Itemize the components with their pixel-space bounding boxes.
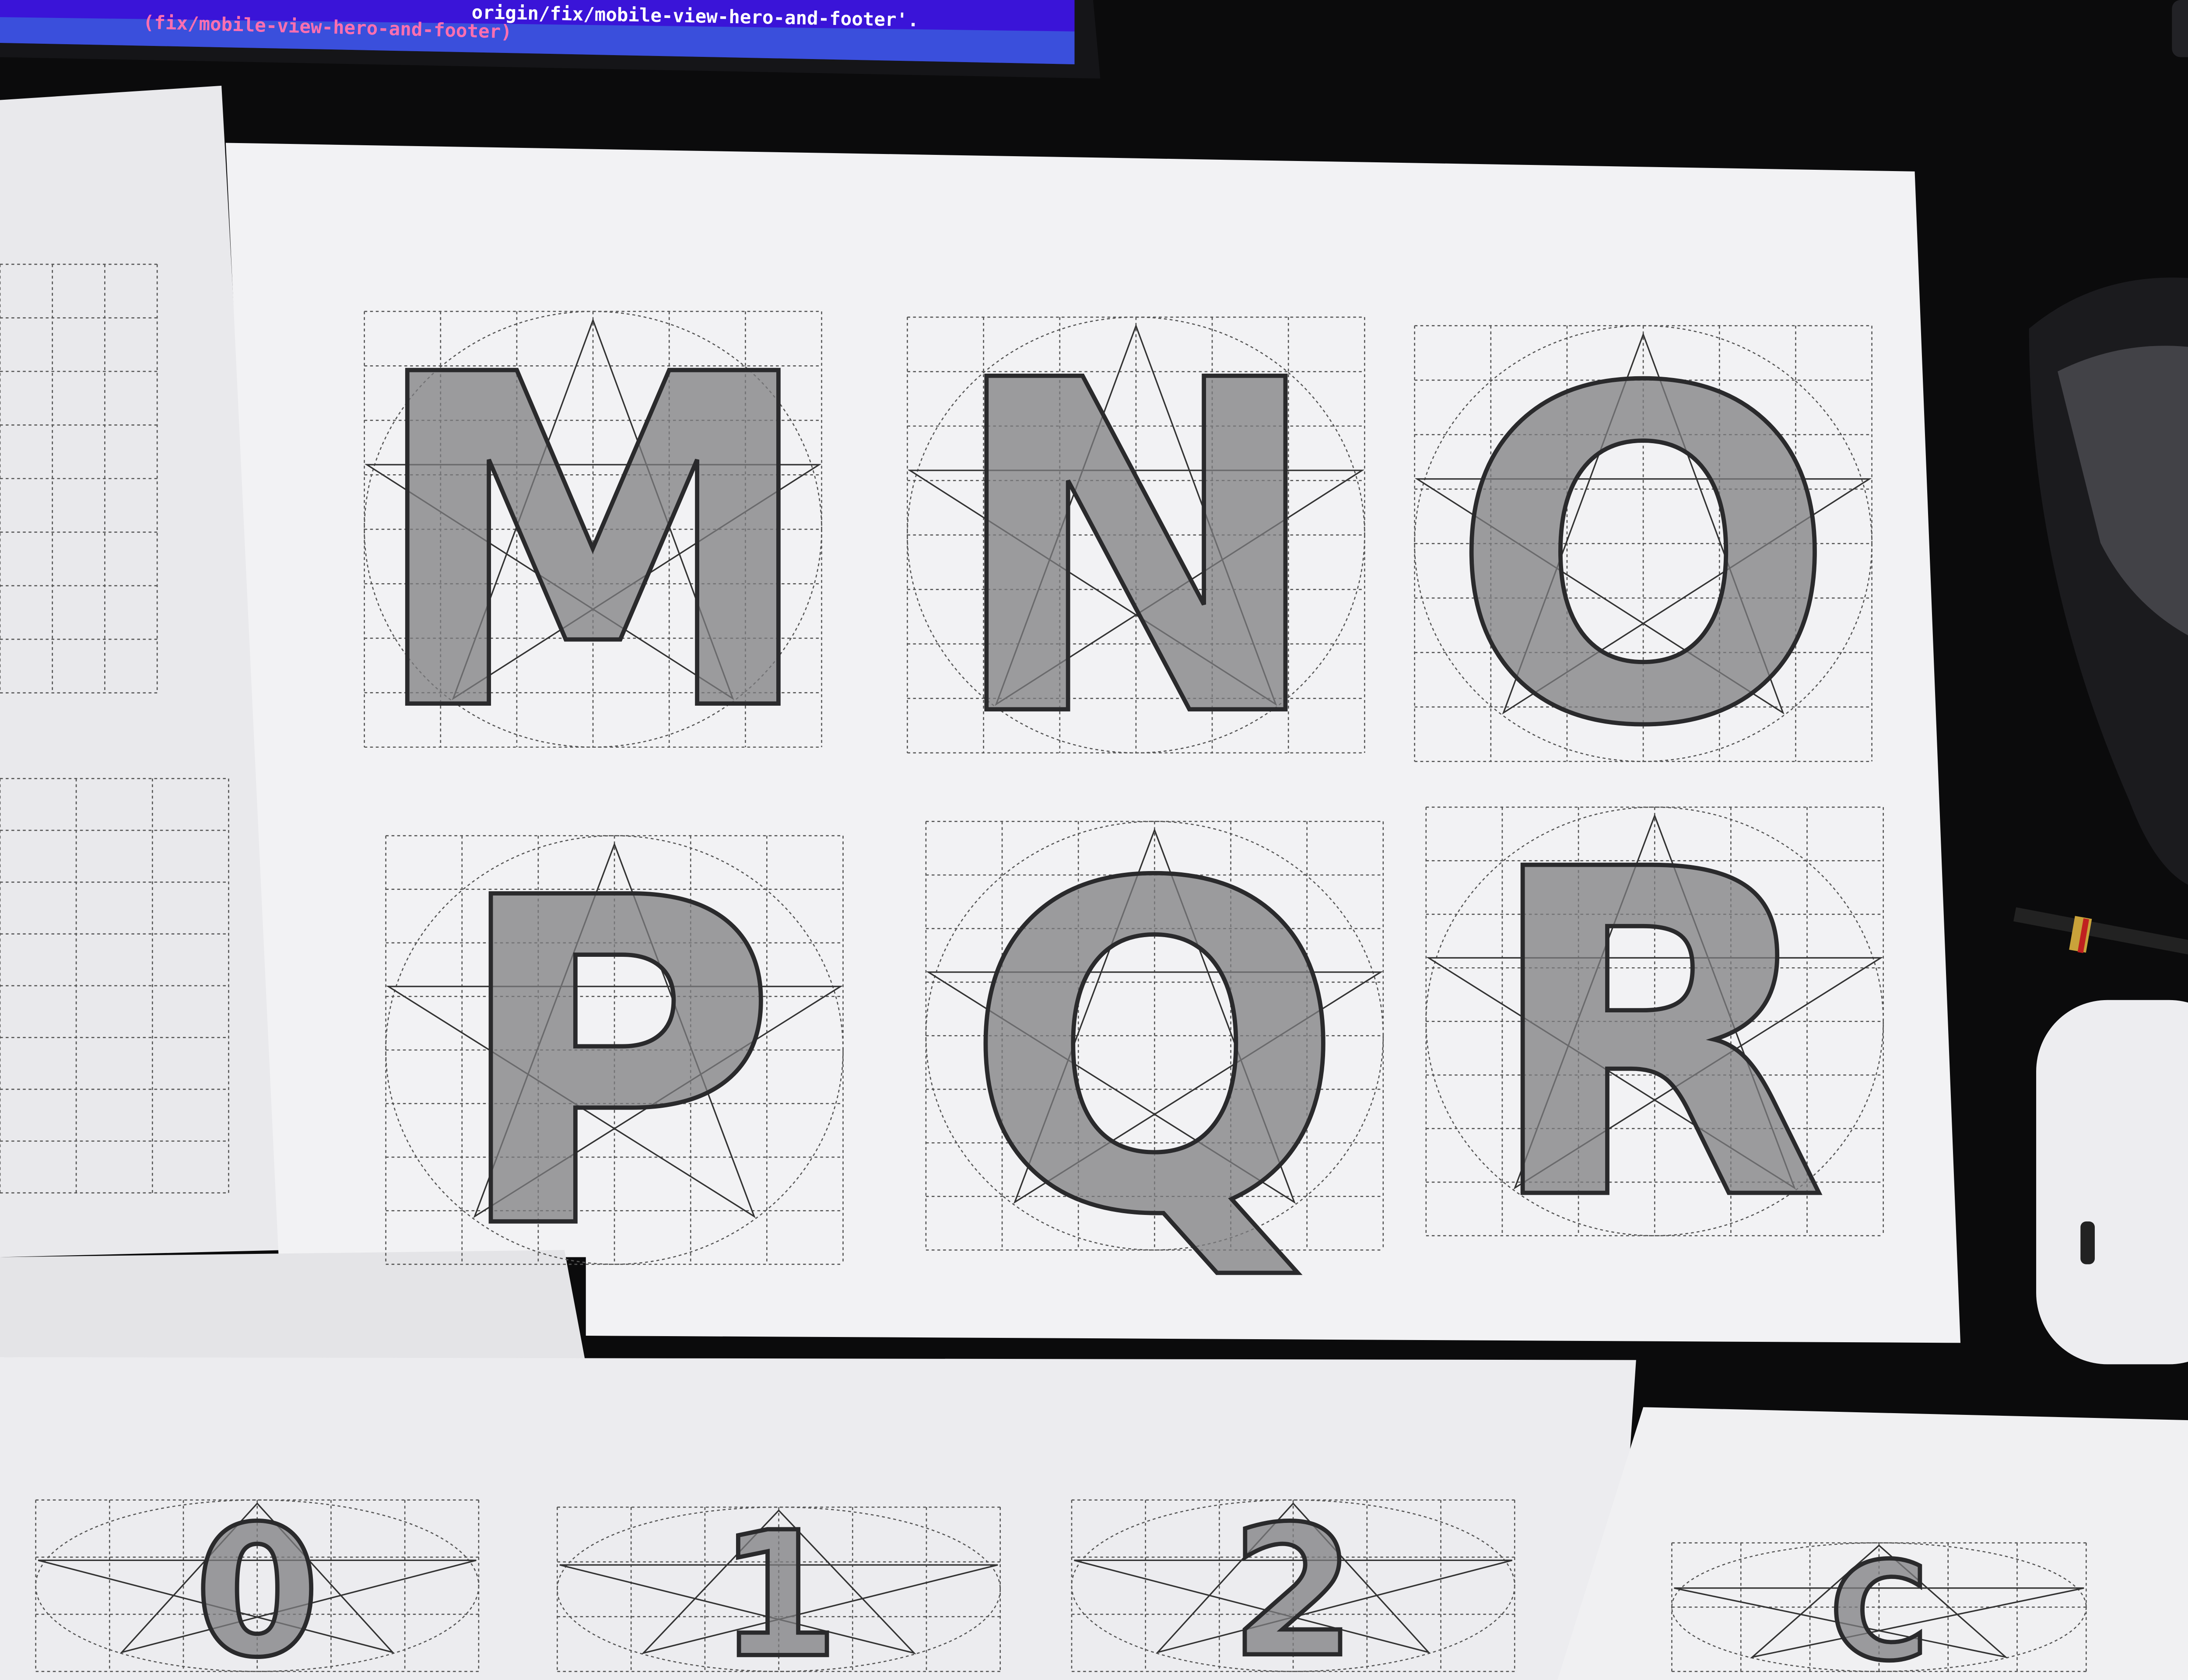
pencil-letter: P bbox=[449, 804, 779, 1328]
pencil-letter: 1 bbox=[719, 1495, 838, 1680]
letter-cell: Q bbox=[925, 787, 1384, 1316]
photo-scene: origin/fix/mobile-view-hero-and-footer'.… bbox=[0, 0, 2188, 1680]
pencil-letter: Q bbox=[963, 789, 1346, 1313]
pencil-letter: C bbox=[1830, 1533, 1929, 1680]
letter-cell: O bbox=[1414, 291, 1872, 828]
pencil-letter: 2 bbox=[1231, 1488, 1356, 1680]
pencil-letter: O bbox=[1449, 293, 1838, 826]
letter-cell: N bbox=[907, 282, 1365, 819]
letter-cell: P bbox=[385, 802, 844, 1330]
letter-cell: R bbox=[1425, 773, 1884, 1301]
pencil-letter: R bbox=[1481, 775, 1828, 1299]
earbuds-case bbox=[2036, 1000, 2188, 1365]
letter-cell: M bbox=[363, 276, 823, 814]
pencil-letter: M bbox=[365, 279, 821, 812]
pencil-letter: N bbox=[944, 284, 1327, 817]
pencil-letter: 0 bbox=[195, 1488, 320, 1680]
